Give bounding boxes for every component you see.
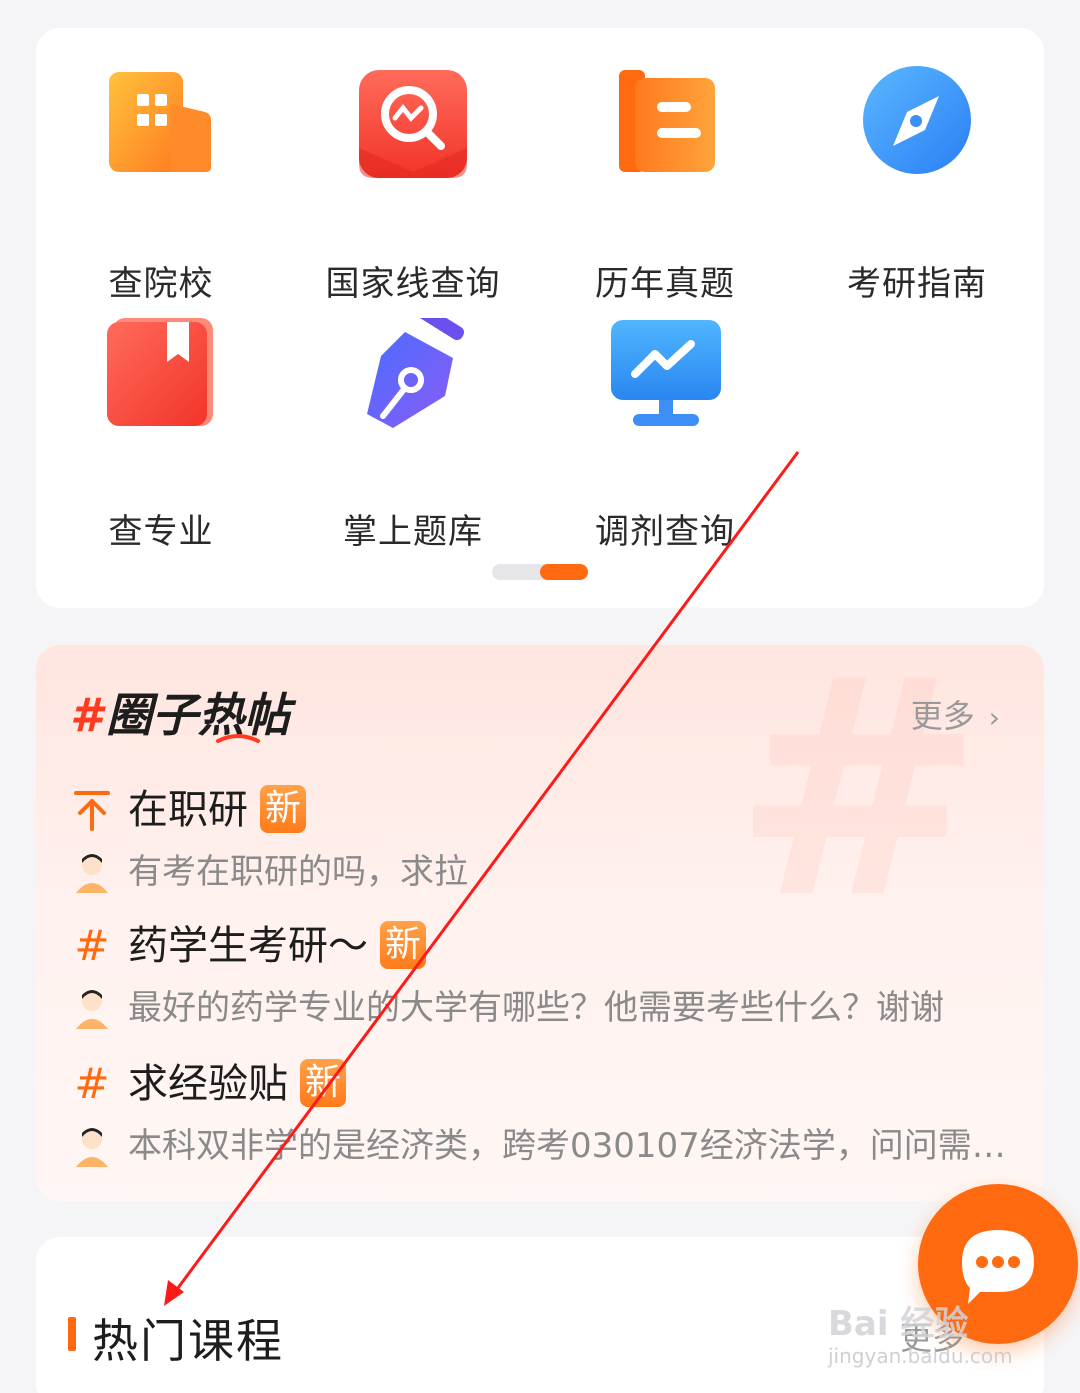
pin-top-icon (72, 785, 112, 835)
page-indicator (492, 564, 588, 580)
new-badge: 新 (260, 785, 307, 833)
post-title-text: 在职研 (128, 787, 248, 833)
avatar (76, 854, 108, 893)
grid-item-national-line[interactable]: 国家线查询 (288, 64, 538, 304)
hot-posts-more-link[interactable]: 更多 › (911, 691, 1000, 737)
section-accent-bar (68, 1317, 76, 1351)
grid-item-adjustment[interactable]: 调剂查询 (540, 318, 790, 558)
search-chart-icon (359, 70, 467, 178)
pen-nib-icon (367, 318, 465, 428)
grid-item-question-bank[interactable]: 掌上题库 (288, 318, 538, 558)
title-underline-decoration (216, 734, 260, 743)
hot-post-item[interactable]: 在职研新 有考在职研的吗，求拉 (72, 785, 1022, 895)
avatar (76, 990, 108, 1029)
avatar (76, 1128, 108, 1167)
post-title-text: 药学生考研～ (128, 923, 368, 969)
grid-item-label: 考研指南 (847, 264, 987, 304)
watermark-line1: Bai 经验 (828, 1304, 969, 1344)
baidu-jingyan-watermark: Bai 经验 jingyan.baidu.com (828, 1296, 1038, 1376)
grid-item-label: 调剂查询 (595, 512, 735, 552)
hot-post-item[interactable]: # 药学生考研～ 新 最好的药学专业的大学有哪些？他需要考些什么？谢谢 (72, 921, 1022, 1031)
grid-item-label: 历年真题 (595, 264, 735, 304)
quick-entry-card: 查院校 国家线查询 历年真题 考研指南 查专业 掌上题库 调剂查询 (36, 28, 1044, 608)
chevron-right-icon: › (988, 701, 1000, 734)
grid-item-label: 查院校 (108, 264, 214, 304)
hashtag-icon: # (74, 1059, 110, 1108)
new-badge: 新 (380, 921, 427, 969)
hot-post-item[interactable]: # 求经验贴新 本科双非学的是经济类，跨考030107经济法学，问问需… (72, 1059, 1022, 1169)
post-title: 在职研新 (128, 785, 307, 835)
bookmark-book-icon (107, 318, 213, 426)
grid-item-label: 国家线查询 (325, 264, 501, 304)
post-description: 本科双非学的是经济类，跨考030107经济法学，问问需… (128, 1126, 1006, 1166)
hashtag-icon: # (74, 921, 110, 970)
more-label: 更多 (910, 697, 975, 735)
post-description: 最好的药学专业的大学有哪些？他需要考些什么？谢谢 (128, 988, 944, 1028)
grid-item-major[interactable]: 查专业 (36, 318, 286, 558)
compass-icon (863, 66, 971, 174)
post-description: 有考在职研的吗，求拉 (128, 852, 468, 892)
monitor-chart-icon (611, 320, 721, 426)
hot-posts-hash: # (70, 688, 103, 742)
grid-item-school[interactable]: 查院校 (36, 64, 286, 304)
hot-courses-title: 热门课程 (92, 1314, 284, 1368)
hot-posts-title: #圈子热帖 (70, 679, 290, 745)
grid-item-past-exams[interactable]: 历年真题 (540, 64, 790, 304)
grid-item-label: 掌上题库 (343, 512, 483, 552)
hot-posts-card: # #圈子热帖 更多 › 在职研新 有考在职研的吗，求拉 # 药学生考研～新 最好… (36, 645, 1044, 1201)
hot-posts-title-text: 圈子热帖 (106, 688, 291, 742)
grid-item-label: 查专业 (108, 512, 214, 552)
page-indicator-active (540, 564, 588, 580)
school-building-icon (109, 72, 211, 172)
post-title: 求经验贴新 (128, 1059, 347, 1109)
watermark-line2: jingyan.baidu.com (828, 1344, 1013, 1368)
new-badge: 新 (300, 1059, 347, 1107)
post-title: 药学生考研～ 新 (128, 921, 427, 971)
post-title-text: 求经验贴 (128, 1061, 288, 1107)
grid-item-guide[interactable]: 考研指南 (792, 64, 1042, 304)
exam-book-icon (619, 70, 715, 172)
